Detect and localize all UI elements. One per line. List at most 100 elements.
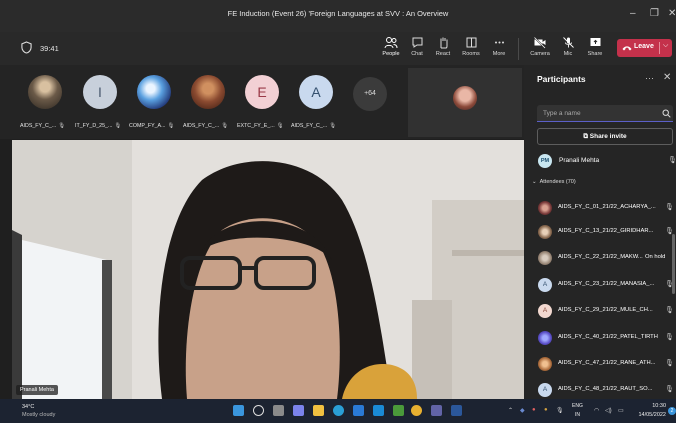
avatar: PM [538, 154, 552, 168]
panel-close-button[interactable]: ✕ [663, 72, 671, 83]
participant-name: IT_FY_D_25_... 🎙 [75, 123, 122, 129]
speaker-name-label: Pranali Mehta [16, 385, 58, 395]
language-indicator[interactable]: ENG [572, 403, 583, 409]
participant-name: AIDS_FY_C_22_21/22_MAKW... [558, 254, 643, 260]
rooms-button[interactable]: Rooms [458, 36, 484, 57]
list-item[interactable]: AIDS_FY_C_01_21/22_ACHARYA_... 🎙 [537, 199, 674, 217]
participant-name: AIDS_FY_C_01_21/22_ACHARYA_... [558, 204, 656, 210]
avatar [191, 75, 225, 109]
avatar: A [299, 75, 333, 109]
mic-off-icon[interactable]: 🎙 [556, 407, 564, 414]
organizer-name: Pranali Mehta [559, 157, 600, 164]
more-participants-button[interactable]: +64 [353, 77, 387, 111]
mic-off-icon: 🎙 [221, 123, 228, 129]
participant-tile[interactable]: E EXTC_FY_E_... 🎙 [235, 73, 289, 129]
avatar [137, 75, 171, 109]
clock-date[interactable]: 14/05/2022 [634, 412, 666, 418]
participant-name: AIDS_FY_C_... 🎙 [20, 123, 65, 129]
list-item[interactable]: AIDS_FY_C_13_21/22_GIRIDHAR... 🎙 [537, 223, 674, 241]
participant-name: EXTC_FY_E_... 🎙 [237, 123, 284, 129]
chat-button[interactable]: Chat [404, 36, 430, 57]
camera-button[interactable]: Camera [527, 36, 553, 57]
chat-icon [412, 37, 422, 48]
attendees-section-header[interactable]: ⌄ Attendees (70) [532, 179, 576, 185]
teams-chat-icon[interactable] [293, 405, 304, 416]
mail-icon[interactable] [373, 405, 384, 416]
organizer-row[interactable]: PM Pranali Mehta 🎙 [537, 153, 676, 169]
avatar: A [538, 278, 552, 292]
wifi-icon[interactable]: ◠ [594, 407, 599, 414]
list-item[interactable]: AIDS_FY_C_47_21/22_RANE_ATH... 🎙 [537, 355, 674, 373]
file-explorer-icon[interactable] [313, 405, 324, 416]
participant-name: AIDS_FY_C_48_21/22_RAUT_SO... [558, 386, 653, 392]
shield-icon [21, 41, 32, 54]
share-invite-button[interactable]: ⧉ Share invite [537, 128, 673, 145]
share-button[interactable]: Share [582, 36, 608, 57]
clock-time[interactable]: 10:30 [648, 403, 666, 409]
avatar [538, 357, 552, 371]
chevron-down-icon[interactable]: ⌵ [663, 42, 668, 50]
more-button[interactable]: More [486, 36, 512, 57]
mic-off-icon: 🎙 [58, 123, 65, 129]
maximize-button[interactable]: ❐ [650, 8, 659, 19]
leave-button[interactable]: Leave ⌵ [617, 39, 672, 57]
minimize-button[interactable]: – [630, 8, 636, 19]
avatar [538, 225, 552, 239]
task-view-icon[interactable] [273, 405, 284, 416]
participant-name: AIDS_FY_C_... 🎙 [291, 123, 336, 129]
participant-name: AIDS_FY_C_47_21/22_RANE_ATH... [558, 360, 656, 366]
store-icon[interactable] [353, 405, 364, 416]
participant-tile[interactable]: COMP_FY_A... 🎙 [127, 73, 181, 129]
camera-label: Camera [530, 51, 550, 57]
toolbar-divider [518, 38, 519, 60]
participant-tile[interactable]: AIDS_FY_C_... 🎙 [18, 73, 72, 129]
teams-icon[interactable] [431, 405, 442, 416]
search-icon[interactable] [253, 405, 264, 416]
participant-search-input[interactable] [537, 105, 673, 122]
word-icon[interactable] [451, 405, 462, 416]
ellipsis-icon [494, 41, 504, 44]
mic-off-icon: 🎙 [276, 123, 284, 129]
mic-button[interactable]: Mic [555, 36, 581, 57]
avatar [28, 75, 62, 109]
participant-tile[interactable]: A AIDS_FY_C_... 🎙 [289, 73, 343, 129]
windows-start-icon[interactable] [233, 405, 244, 416]
list-item[interactable]: A AIDS_FY_C_48_21/22_RAUT_SO... 🎙 [537, 381, 674, 399]
participant-tile[interactable]: I IT_FY_D_25_... 🎙 [73, 73, 127, 129]
meeting-timer: 39:41 [40, 44, 59, 53]
tray-app-icon[interactable]: ● [532, 407, 536, 413]
close-window-button[interactable]: ✕ [668, 8, 676, 19]
list-item[interactable]: A AIDS_FY_C_29_21/22_MULE_CH... 🎙 [537, 302, 674, 320]
edge-icon[interactable] [333, 405, 344, 416]
weather-condition[interactable]: Mostly cloudy [22, 412, 55, 418]
people-button[interactable]: People [378, 36, 404, 57]
more-label: More [492, 51, 506, 57]
tray-app-icon[interactable]: ◆ [520, 407, 525, 414]
list-item[interactable]: AIDS_FY_C_22_21/22_MAKW... On hold [537, 249, 673, 267]
react-label: React [435, 51, 451, 57]
list-item[interactable]: AIDS_FY_C_40_21/22_PATEL_TIRTH 🎙 [537, 329, 674, 347]
title-bar: FE Induction (Event 26) 'Foreign Languag… [0, 0, 676, 32]
rooms-icon [466, 37, 476, 48]
notification-badge[interactable]: 2 [668, 407, 676, 415]
panel-scrollbar[interactable] [672, 234, 675, 294]
react-button[interactable]: React [430, 36, 456, 57]
chrome-icon[interactable] [411, 405, 422, 416]
people-icon [384, 37, 398, 49]
weather-temperature[interactable]: 34°C [22, 404, 34, 410]
participants-panel: Participants ··· ✕ ⧉ Share invite PM Pra… [524, 65, 676, 399]
tray-app-icon[interactable]: ● [544, 407, 548, 413]
app-icon[interactable] [393, 405, 404, 416]
panel-more-button[interactable]: ··· [645, 73, 654, 83]
list-item[interactable]: A AIDS_FY_C_23_21/22_MANASIA_... 🎙 [537, 276, 674, 294]
participant-name: AIDS_FY_C_29_21/22_MULE_CH... [558, 307, 653, 313]
search-icon[interactable] [662, 109, 671, 118]
battery-icon[interactable]: ▭ [618, 407, 624, 414]
main-video: Pranali Mehta [12, 140, 524, 399]
chevron-up-icon[interactable]: ⌃ [508, 407, 513, 414]
volume-icon[interactable]: ◁) [605, 407, 612, 414]
participant-tile[interactable]: AIDS_FY_C_... 🎙 [181, 73, 235, 129]
window-title: FE Induction (Event 26) 'Foreign Languag… [227, 9, 449, 18]
region-indicator[interactable]: IN [575, 412, 580, 418]
avatar [538, 251, 552, 265]
